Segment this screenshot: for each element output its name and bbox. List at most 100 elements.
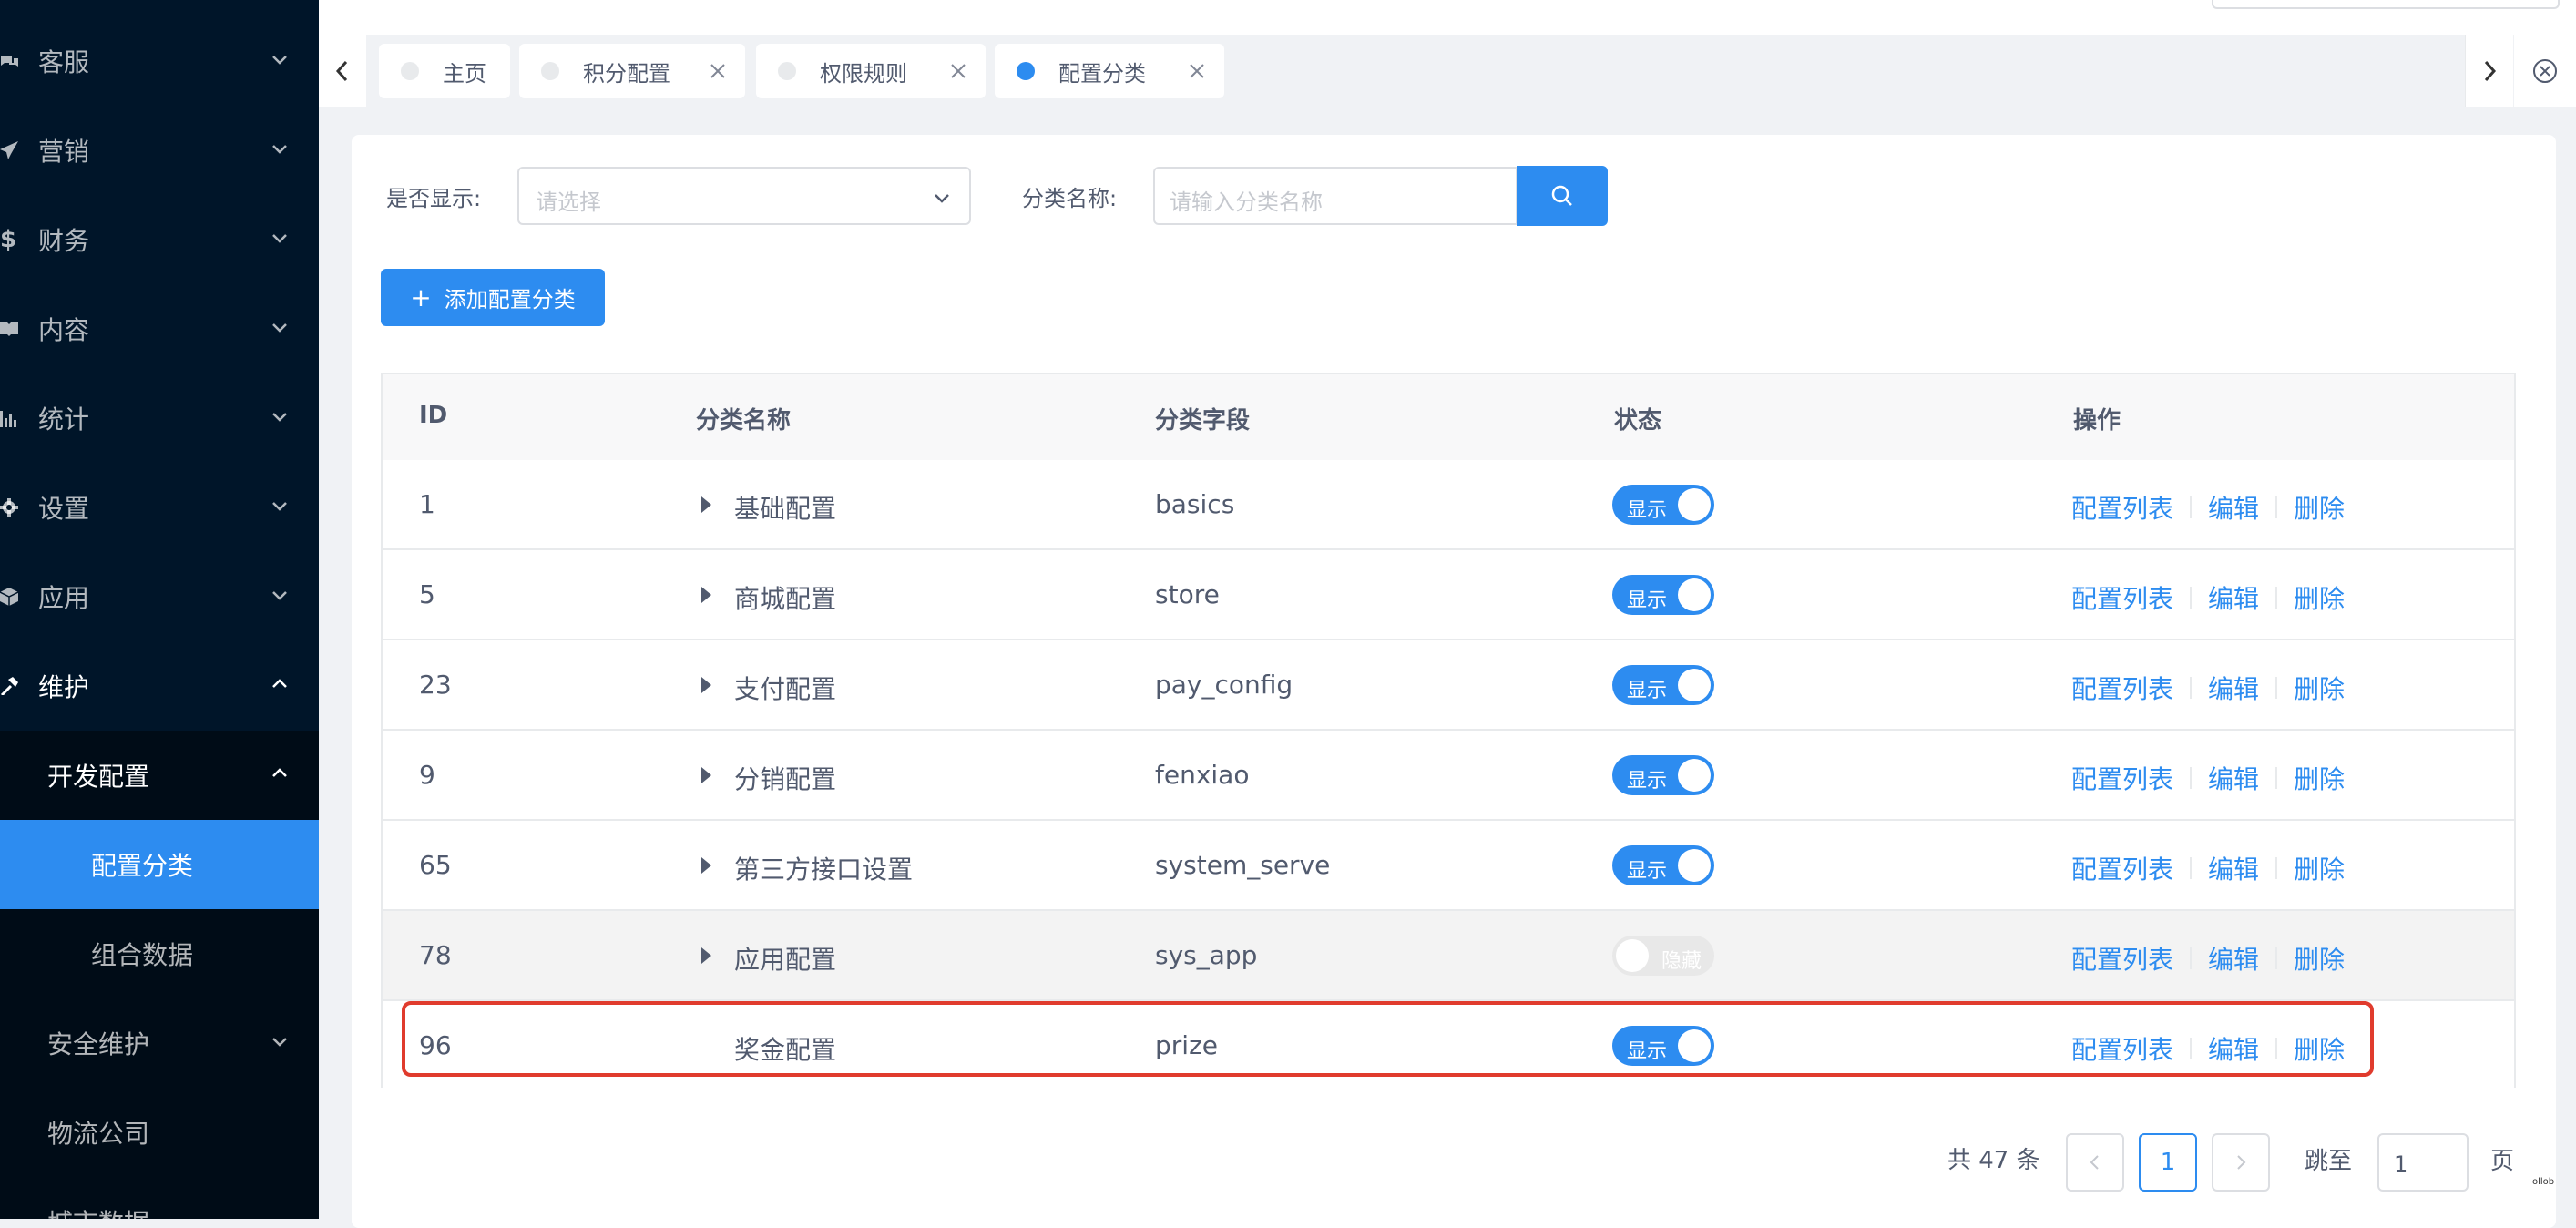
pagination-total: 共 47 条 — [1947, 1147, 2040, 1174]
tab-home[interactable]: 主页 — [379, 44, 510, 98]
name-filter-label: 分类名称: — [1022, 186, 1118, 211]
config-list-link[interactable]: 配置列表 — [2071, 489, 2173, 526]
sidebar-item-finance[interactable]: $ 财务 — [0, 195, 319, 284]
chevron-down-icon — [272, 56, 287, 65]
next-page-button[interactable] — [2212, 1133, 2270, 1192]
sidebar-item-config-category[interactable]: 配置分类 — [0, 820, 319, 909]
expand-arrow-icon[interactable] — [701, 767, 711, 783]
config-list-link[interactable]: 配置列表 — [2071, 940, 2173, 977]
row-name: 分销配置 — [734, 764, 837, 794]
sidebar-item-marketing[interactable]: 营销 — [0, 106, 319, 195]
sidebar-item-city-data[interactable]: 城市数据 — [0, 1177, 319, 1219]
sidebar-item-statistics[interactable]: 统计 — [0, 374, 319, 463]
row-name: 第三方接口设置 — [734, 854, 914, 885]
expand-arrow-icon[interactable] — [701, 947, 711, 964]
config-list-link[interactable]: 配置列表 — [2071, 579, 2173, 616]
expand-arrow-icon[interactable] — [701, 587, 711, 603]
edit-link[interactable]: 编辑 — [2208, 489, 2259, 526]
config-list-link[interactable]: 配置列表 — [2071, 760, 2173, 796]
chevron-down-icon — [272, 591, 287, 600]
sidebar-item-security[interactable]: 安全维护 — [0, 998, 319, 1088]
category-name-input[interactable]: 请输入分类名称 — [1153, 167, 1518, 225]
row-id: 9 — [419, 760, 435, 790]
row-actions: 配置列表 编辑 删除 — [2071, 760, 2345, 796]
maintenance-submenu: 开发配置 配置分类 组合数据 安全维护 物流公司 城市数据 — [0, 731, 319, 1219]
close-circle-icon — [2533, 59, 2557, 83]
chevron-down-icon — [272, 323, 287, 333]
row-id: 65 — [419, 850, 452, 880]
page-number-button[interactable]: 1 — [2139, 1133, 2197, 1192]
expand-arrow-icon[interactable] — [701, 857, 711, 874]
close-icon[interactable] — [1188, 62, 1206, 80]
table-row: 78 应用配置 sys_app 隐藏 配置列表 编辑 删除 — [383, 911, 2514, 1001]
divider — [2275, 587, 2278, 609]
delete-link[interactable]: 删除 — [2294, 760, 2345, 796]
sidebar-item-dev-config[interactable]: 开发配置 — [0, 731, 319, 820]
status-toggle[interactable]: 显示 — [1612, 485, 1714, 525]
status-toggle[interactable]: 显示 — [1612, 845, 1714, 885]
show-status-select[interactable]: 请选择 — [517, 167, 971, 225]
chevron-right-icon — [2484, 60, 2497, 82]
chevron-down-icon — [272, 1038, 287, 1047]
sidebar: 客服 营销 $ 财务 内容 统计 设置 应用 维护 开发配置 配置分类 组合数据… — [0, 0, 319, 1219]
divider — [2275, 496, 2278, 518]
config-list-link[interactable]: 配置列表 — [2071, 670, 2173, 706]
header-search-box[interactable] — [2212, 0, 2560, 9]
delete-link[interactable]: 删除 — [2294, 850, 2345, 886]
expand-arrow-icon[interactable] — [701, 496, 711, 513]
chevron-right-icon — [2237, 1155, 2246, 1170]
edit-link[interactable]: 编辑 — [2208, 850, 2259, 886]
edit-link[interactable]: 编辑 — [2208, 579, 2259, 616]
status-toggle[interactable]: 显示 — [1612, 665, 1714, 705]
divider — [2190, 857, 2193, 879]
plus-icon: + — [410, 282, 432, 312]
edit-link[interactable]: 编辑 — [2208, 940, 2259, 977]
show-filter-label: 是否显示: — [386, 186, 482, 211]
add-config-category-button[interactable]: + 添加配置分类 — [381, 269, 605, 326]
jump-page-input[interactable]: 1 — [2377, 1133, 2469, 1192]
delete-link[interactable]: 删除 — [2294, 579, 2345, 616]
status-toggle[interactable]: 显示 — [1612, 575, 1714, 615]
column-header-status: 状态 — [1614, 407, 1662, 435]
config-list-link[interactable]: 配置列表 — [2071, 850, 2173, 886]
tab-points-config[interactable]: 积分配置 — [519, 44, 745, 98]
sidebar-item-logistics[interactable]: 物流公司 — [0, 1088, 319, 1177]
search-button[interactable] — [1517, 166, 1608, 226]
tab-status-dot — [541, 62, 559, 80]
tabs-scroll-left-button[interactable] — [319, 35, 366, 107]
table-header: ID 分类名称 分类字段 状态 操作 — [383, 374, 2514, 462]
gear-icon — [0, 498, 18, 517]
tab-config-category[interactable]: 配置分类 — [995, 44, 1224, 98]
divider — [2275, 857, 2278, 879]
row-id: 1 — [419, 489, 435, 519]
column-header-actions: 操作 — [2073, 407, 2121, 435]
divider — [2190, 677, 2193, 699]
tabs-scroll-right-button[interactable] — [2465, 35, 2513, 107]
tab-permission-rules[interactable]: 权限规则 — [756, 44, 986, 98]
delete-link[interactable]: 删除 — [2294, 940, 2345, 977]
close-icon[interactable] — [949, 62, 967, 80]
sidebar-item-settings[interactable]: 设置 — [0, 463, 319, 552]
table-row: 5 商城配置 store 显示 配置列表 编辑 删除 — [383, 550, 2514, 640]
delete-link[interactable]: 删除 — [2294, 670, 2345, 706]
edit-link[interactable]: 编辑 — [2208, 670, 2259, 706]
cube-icon — [0, 588, 18, 606]
toggle-knob — [1678, 578, 1711, 611]
edit-link[interactable]: 编辑 — [2208, 760, 2259, 796]
prev-page-button[interactable] — [2066, 1133, 2124, 1192]
sidebar-item-maintenance[interactable]: 维护 — [0, 641, 319, 731]
expand-arrow-icon[interactable] — [701, 677, 711, 693]
sidebar-item-customer-service[interactable]: 客服 — [0, 16, 319, 106]
sidebar-item-content[interactable]: 内容 — [0, 284, 319, 374]
search-icon — [1551, 185, 1572, 206]
status-toggle[interactable]: 显示 — [1612, 755, 1714, 795]
close-icon[interactable] — [709, 62, 727, 80]
chevron-left-icon — [2090, 1155, 2099, 1170]
status-toggle[interactable]: 隐藏 — [1612, 936, 1714, 976]
close-all-tabs-button[interactable] — [2514, 35, 2576, 107]
send-icon — [0, 141, 18, 159]
sidebar-item-combined-data[interactable]: 组合数据 — [0, 909, 319, 998]
sidebar-item-apps[interactable]: 应用 — [0, 552, 319, 641]
row-name: 支付配置 — [734, 674, 837, 704]
delete-link[interactable]: 删除 — [2294, 489, 2345, 526]
